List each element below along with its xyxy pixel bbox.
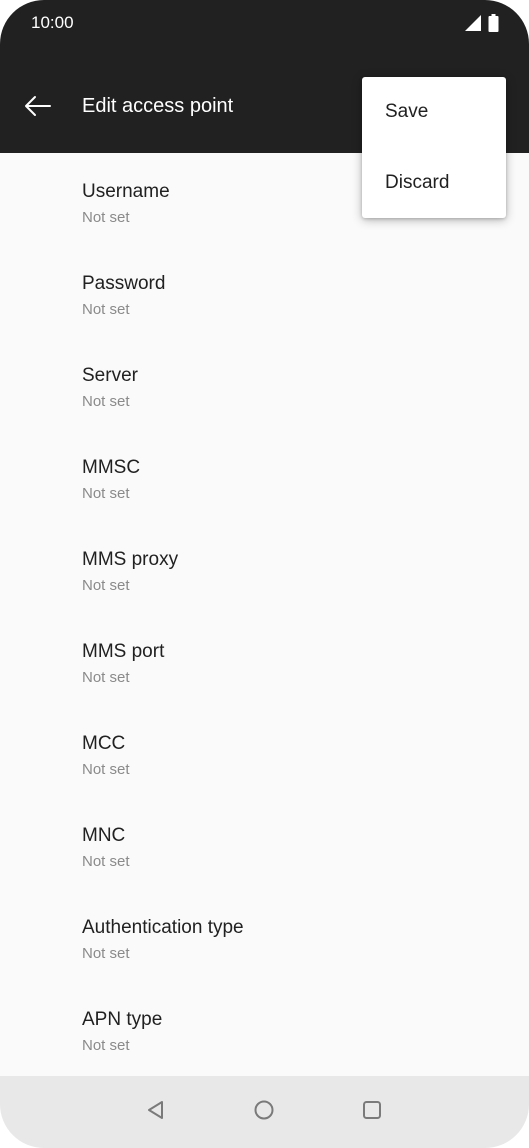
field-mcc[interactable]: MCC Not set (0, 705, 529, 797)
field-authentication-type[interactable]: Authentication type Not set (0, 889, 529, 981)
status-bar: 10:00 (0, 0, 529, 48)
field-mms-port[interactable]: MMS port Not set (0, 613, 529, 705)
nav-back-button[interactable] (138, 1094, 174, 1130)
home-circle-icon (253, 1099, 275, 1126)
field-title: Username (82, 181, 170, 202)
nav-recents-button[interactable] (354, 1094, 390, 1130)
battery-icon (488, 14, 499, 32)
back-button[interactable] (16, 86, 60, 130)
field-apn-type[interactable]: APN type Not set (0, 981, 529, 1073)
field-value: Not set (82, 301, 130, 318)
phone-screen: 10:00 Edit access point Username Not set… (0, 0, 529, 1148)
field-value: Not set (82, 761, 130, 778)
field-title: APN type (82, 1009, 163, 1030)
field-value: Not set (82, 945, 130, 962)
field-value: Not set (82, 485, 130, 502)
menu-item-label: Save (385, 101, 429, 122)
field-mms-proxy[interactable]: MMS proxy Not set (0, 521, 529, 613)
nav-home-button[interactable] (246, 1094, 282, 1130)
recents-square-icon (361, 1099, 383, 1126)
menu-item-label: Discard (385, 172, 450, 193)
field-title: Password (82, 273, 166, 294)
status-time: 10:00 (31, 13, 74, 32)
field-password[interactable]: Password Not set (0, 245, 529, 337)
field-title: MCC (82, 733, 126, 754)
signal-icon (464, 14, 482, 32)
page-title: Edit access point (82, 95, 234, 117)
field-server[interactable]: Server Not set (0, 337, 529, 429)
overflow-menu: Save Discard (362, 77, 506, 218)
field-value: Not set (82, 577, 130, 594)
field-title: MMS port (82, 641, 165, 662)
field-mnc[interactable]: MNC Not set (0, 797, 529, 889)
apn-settings-list: Username Not set Password Not set Server… (0, 153, 529, 1076)
navigation-bar (0, 1076, 529, 1148)
status-icons (464, 14, 499, 32)
field-title: MNC (82, 825, 126, 846)
field-value: Not set (82, 1037, 130, 1054)
field-value: Not set (82, 393, 130, 410)
menu-item-discard[interactable]: Discard (362, 148, 506, 218)
field-title: Authentication type (82, 917, 244, 938)
field-mmsc[interactable]: MMSC Not set (0, 429, 529, 521)
arrow-left-icon (24, 95, 52, 122)
field-title: MMSC (82, 457, 141, 478)
field-title: MMS proxy (82, 549, 179, 570)
field-value: Not set (82, 669, 130, 686)
field-value: Not set (82, 209, 130, 226)
field-title: Server (82, 365, 138, 386)
field-value: Not set (82, 853, 130, 870)
menu-item-save[interactable]: Save (362, 77, 506, 147)
back-triangle-icon (145, 1099, 167, 1126)
